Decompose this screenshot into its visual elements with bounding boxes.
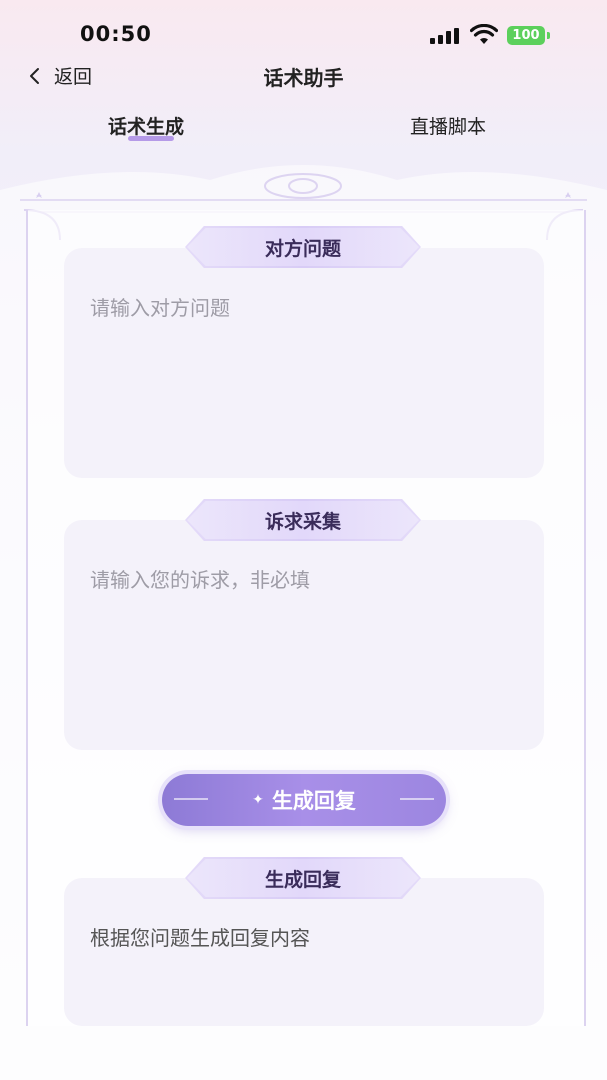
generate-reply-button[interactable]: ✦ 生成回复 (162, 774, 446, 826)
section-label-appeal: 诉求采集 (185, 499, 421, 541)
question-placeholder: 请输入对方问题 (90, 296, 230, 320)
page-title: 话术助手 (263, 66, 344, 90)
appeal-placeholder: 请输入您的诉求，非必填 (90, 568, 310, 592)
cellular-signal-icon (430, 28, 459, 44)
status-time: 00:50 (80, 22, 152, 46)
tab-script-generation[interactable]: 话术生成 (108, 112, 184, 139)
button-deco-right (400, 798, 434, 800)
section-label-reply: 生成回复 (185, 857, 421, 899)
reply-output: 根据您问题生成回复内容 (64, 878, 544, 1026)
button-deco-left (174, 798, 208, 800)
question-input[interactable]: 请输入对方问题 (64, 248, 544, 478)
generate-button-label: 生成回复 (271, 789, 356, 813)
tab-bar: 话术生成 直播脚本 (0, 108, 607, 148)
sparkle-icon: ✦ (252, 792, 264, 808)
active-tab-indicator (128, 136, 174, 141)
appeal-input[interactable]: 请输入您的诉求，非必填 (64, 520, 544, 750)
status-bar: 00:50 100 (0, 0, 607, 60)
reply-content: 根据您问题生成回复内容 (90, 926, 310, 950)
wifi-icon (470, 24, 498, 44)
battery-icon: 100 (507, 26, 545, 45)
battery-cap (547, 32, 550, 39)
section-label-question: 对方问题 (185, 226, 421, 268)
nav-bar: 返回 话术助手 (0, 56, 607, 96)
tab-live-script[interactable]: 直播脚本 (410, 112, 486, 139)
